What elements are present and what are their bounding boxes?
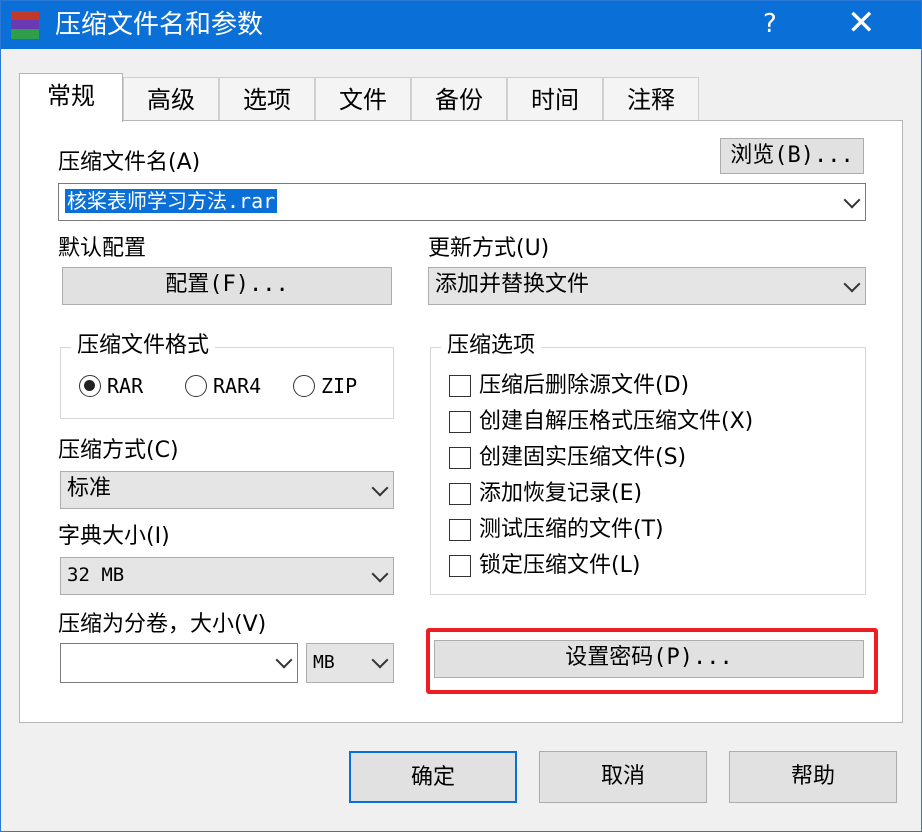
radio-rar-label: RAR	[107, 374, 144, 398]
update-mode-select[interactable]: 添加并替换文件	[428, 267, 866, 305]
profiles-button[interactable]: 配置(F)...	[62, 267, 392, 305]
archive-options-label: 压缩选项	[441, 332, 542, 360]
checkbox-icon[interactable]	[449, 447, 471, 469]
archive-dialog: 压缩文件名和参数 ? ✕ 常规 高级 选项 文件 备份 时间 注释 压缩文件名(…	[0, 0, 922, 832]
checkbox-icon[interactable]	[449, 375, 471, 397]
close-icon[interactable]: ✕	[847, 3, 876, 43]
option-solid-archive-label: 创建固实压缩文件(S)	[479, 445, 687, 470]
checkbox-icon[interactable]	[449, 519, 471, 541]
radio-zip[interactable]: ZIP	[293, 374, 357, 398]
general-tab-panel: 压缩文件名(A) 浏览(B)... 核桨表师学习方法.rar 默认配置 配置(F…	[19, 120, 903, 723]
chevron-down-icon[interactable]	[277, 654, 291, 668]
window-title: 压缩文件名和参数	[55, 10, 264, 40]
archive-format-label: 压缩文件格式	[71, 332, 216, 360]
option-lock-archive-label: 锁定压缩文件(L)	[479, 553, 641, 578]
checkbox-icon[interactable]	[449, 411, 471, 433]
radio-selected-icon[interactable]	[79, 375, 101, 397]
default-profile-label: 默认配置	[58, 236, 147, 261]
compression-method-value: 标准	[67, 476, 112, 501]
browse-button[interactable]: 浏览(B)...	[720, 138, 864, 174]
split-volumes-label: 压缩为分卷，大小(V)	[58, 612, 267, 637]
radio-rar4[interactable]: RAR4	[185, 374, 261, 398]
tab-comment[interactable]: 注释	[603, 77, 699, 121]
split-unit-value: MB	[313, 652, 335, 673]
checkbox-icon[interactable]	[449, 483, 471, 505]
radio-rar4-label: RAR4	[213, 374, 262, 398]
chevron-down-icon[interactable]	[373, 482, 387, 496]
dictionary-size-label: 字典大小(I)	[58, 524, 170, 549]
ok-button[interactable]: 确定	[349, 751, 517, 803]
archive-name-combobox[interactable]: 核桨表师学习方法.rar	[58, 183, 866, 221]
option-delete-files[interactable]: 压缩后删除源文件(D)	[449, 372, 689, 400]
help-icon[interactable]: ?	[763, 7, 777, 41]
option-test-files-label: 测试压缩的文件(T)	[479, 517, 664, 542]
archive-name-label: 压缩文件名(A)	[58, 150, 201, 175]
radio-zip-label: ZIP	[321, 374, 358, 398]
tab-options[interactable]: 选项	[219, 77, 315, 121]
radio-unselected-icon[interactable]	[185, 375, 207, 397]
dictionary-size-value: 32 MB	[67, 564, 125, 586]
archive-name-value[interactable]: 核桨表师学习方法.rar	[65, 189, 278, 213]
split-unit-select[interactable]: MB	[306, 643, 394, 683]
option-lock-archive[interactable]: 锁定压缩文件(L)	[449, 552, 640, 580]
dictionary-size-select[interactable]: 32 MB	[60, 557, 394, 595]
option-create-sfx[interactable]: 创建自解压格式压缩文件(X)	[449, 408, 753, 436]
option-test-files[interactable]: 测试压缩的文件(T)	[449, 516, 664, 544]
chevron-down-icon[interactable]	[845, 194, 859, 208]
checkbox-icon[interactable]	[449, 555, 471, 577]
option-recovery-record-label: 添加恢复记录(E)	[479, 481, 643, 506]
winrar-app-icon	[11, 11, 39, 39]
help-button[interactable]: 帮助	[729, 751, 897, 803]
update-mode-label: 更新方式(U)	[428, 236, 550, 261]
radio-rar[interactable]: RAR	[79, 374, 143, 398]
option-recovery-record[interactable]: 添加恢复记录(E)	[449, 480, 642, 508]
tab-time[interactable]: 时间	[507, 77, 603, 121]
chevron-down-icon[interactable]	[373, 568, 387, 582]
compression-method-select[interactable]: 标准	[60, 471, 394, 509]
set-password-button[interactable]: 设置密码(P)...	[434, 640, 864, 678]
option-solid-archive[interactable]: 创建固实压缩文件(S)	[449, 444, 686, 472]
tab-general[interactable]: 常规	[19, 73, 123, 122]
compression-method-label: 压缩方式(C)	[58, 438, 179, 463]
archive-format-group: 压缩文件格式 RAR RAR4 ZIP	[60, 332, 394, 419]
split-volume-size-combobox[interactable]	[60, 643, 298, 683]
chevron-down-icon[interactable]	[845, 278, 859, 292]
title-bar[interactable]: 压缩文件名和参数 ? ✕	[1, 1, 921, 49]
tab-files[interactable]: 文件	[315, 77, 411, 121]
chevron-down-icon[interactable]	[373, 654, 387, 668]
cancel-button[interactable]: 取消	[539, 751, 707, 803]
update-mode-value: 添加并替换文件	[435, 272, 590, 297]
option-create-sfx-label: 创建自解压格式压缩文件(X)	[479, 409, 754, 434]
option-delete-files-label: 压缩后删除源文件(D)	[479, 373, 690, 398]
tab-backup[interactable]: 备份	[411, 77, 507, 121]
tab-advanced[interactable]: 高级	[123, 77, 219, 121]
radio-unselected-icon[interactable]	[293, 375, 315, 397]
archive-options-group: 压缩选项 压缩后删除源文件(D) 创建自解压格式压缩文件(X) 创建固实压缩文件…	[430, 332, 866, 595]
